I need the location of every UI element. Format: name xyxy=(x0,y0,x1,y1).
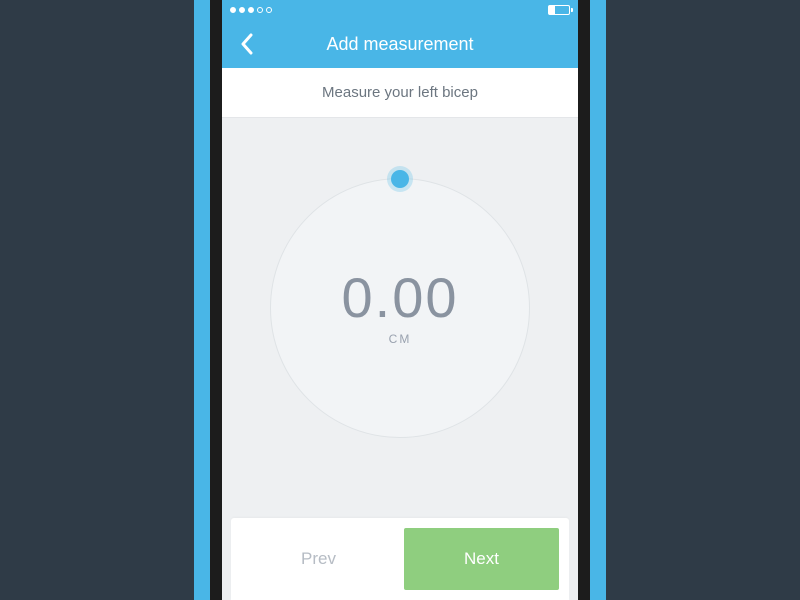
nav-bar: Add measurement xyxy=(222,20,578,68)
measurement-value: 0.00 xyxy=(342,270,459,326)
back-button[interactable] xyxy=(232,29,262,59)
page-title: Add measurement xyxy=(326,34,473,55)
measurement-unit: CM xyxy=(389,332,412,346)
device-frame: Add measurement Measure your left bicep … xyxy=(210,0,590,600)
device-outer: Add measurement Measure your left bicep … xyxy=(194,0,606,600)
prev-button[interactable]: Prev xyxy=(241,528,396,590)
measurement-dial[interactable]: 0.00 CM xyxy=(270,178,530,438)
next-button[interactable]: Next xyxy=(404,528,559,590)
battery-icon xyxy=(548,5,570,15)
dial-area: 0.00 CM xyxy=(222,118,578,498)
screen: Add measurement Measure your left bicep … xyxy=(222,0,578,600)
dial-knob[interactable] xyxy=(391,170,409,188)
chevron-left-icon xyxy=(240,33,254,55)
instruction-text: Measure your left bicep xyxy=(222,68,578,118)
status-bar xyxy=(222,0,578,20)
signal-dots-icon xyxy=(230,7,272,13)
button-bar: Prev Next xyxy=(231,518,569,600)
